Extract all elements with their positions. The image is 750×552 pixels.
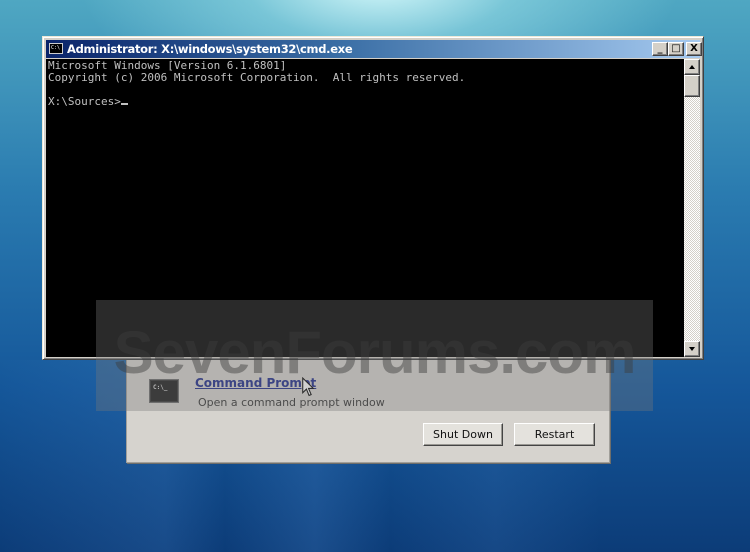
minimize-button[interactable]: _ bbox=[652, 42, 668, 56]
arrow-down-icon bbox=[689, 347, 695, 351]
restart-button[interactable]: Restart bbox=[514, 423, 595, 446]
console-prompt: X:\Sources> bbox=[48, 95, 121, 108]
cmd-title-bar[interactable]: C:\ Administrator: X:\windows\system32\c… bbox=[46, 40, 702, 58]
text-cursor bbox=[120, 103, 128, 105]
watermark-text: SevenForums.com bbox=[113, 319, 637, 386]
console-prompt-line: X:\Sources> bbox=[48, 96, 682, 108]
console-line: Copyright (c) 2006 Microsoft Corporation… bbox=[48, 71, 466, 84]
watermark-banner: SevenForums.com bbox=[96, 300, 653, 411]
scroll-up-button[interactable] bbox=[684, 59, 700, 75]
cmd-window-icon[interactable]: C:\ bbox=[49, 43, 63, 54]
vertical-scrollbar[interactable] bbox=[684, 59, 700, 357]
close-button[interactable]: X bbox=[686, 42, 702, 56]
scroll-thumb[interactable] bbox=[684, 75, 700, 97]
shut-down-button[interactable]: Shut Down bbox=[423, 423, 503, 446]
scroll-down-button[interactable] bbox=[684, 341, 700, 357]
cmd-window-title: Administrator: X:\windows\system32\cmd.e… bbox=[67, 42, 353, 56]
maximize-button[interactable]: □ bbox=[668, 42, 684, 56]
arrow-up-icon bbox=[689, 65, 695, 69]
